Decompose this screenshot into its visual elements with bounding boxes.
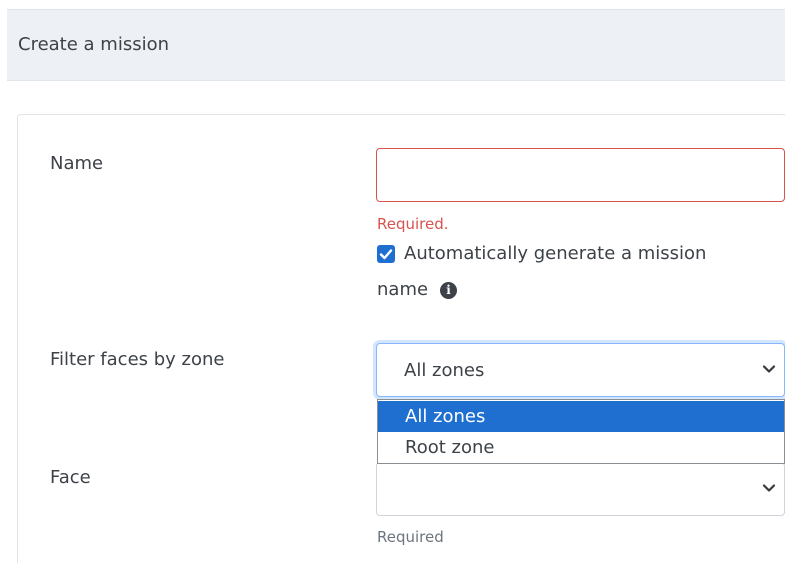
create-mission-page: Create a mission Name Required. Automati…	[0, 0, 785, 563]
face-label: Face	[50, 467, 91, 488]
zone-option-root-zone[interactable]: Root zone	[378, 432, 784, 463]
face-select[interactable]	[376, 462, 785, 516]
chevron-down-icon	[762, 484, 776, 492]
chevron-down-icon	[762, 365, 776, 373]
zone-option-all-zones[interactable]: All zones	[378, 401, 784, 432]
zone-filter-select[interactable]: All zones	[376, 343, 785, 397]
info-circle-icon[interactable]: i	[440, 282, 457, 299]
name-input[interactable]	[376, 148, 785, 202]
auto-generate-label-continued[interactable]: name	[377, 279, 428, 300]
name-error-text: Required.	[377, 215, 449, 233]
auto-generate-checkbox[interactable]	[377, 245, 395, 263]
zone-filter-dropdown: All zones Root zone	[377, 399, 785, 464]
auto-generate-label[interactable]: Automatically generate a mission	[404, 243, 706, 264]
page-header: Create a mission	[7, 9, 785, 81]
name-label: Name	[50, 153, 104, 174]
zone-filter-label: Filter faces by zone	[50, 349, 225, 370]
checkmark-icon	[379, 249, 393, 260]
zone-filter-selected-value: All zones	[404, 360, 485, 381]
face-hint-text: Required	[377, 528, 444, 546]
page-title: Create a mission	[18, 34, 169, 55]
